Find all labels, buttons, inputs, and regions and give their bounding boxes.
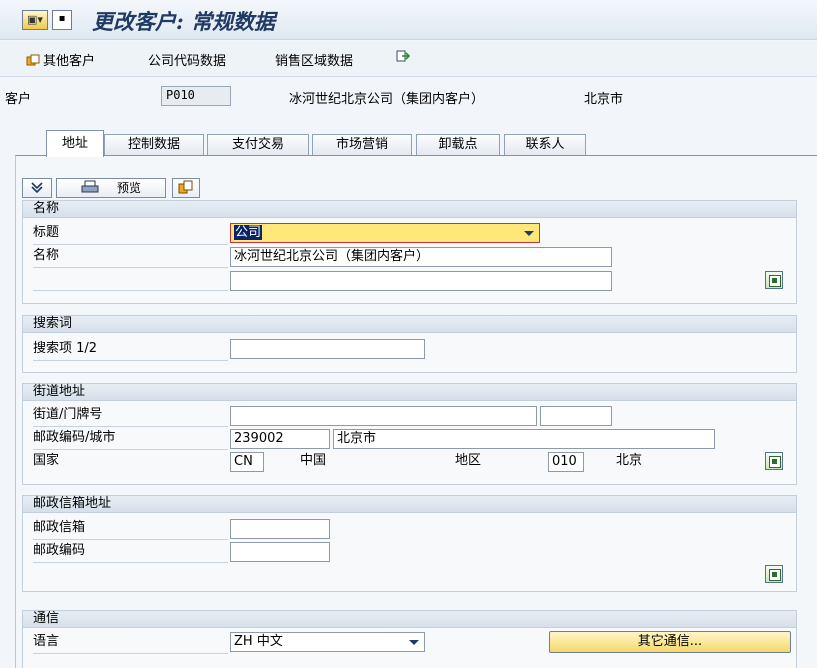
screen-title: 更改客户: 常规数据 [92,9,276,34]
other-communication-button[interactable]: 其它通信... [549,631,791,653]
divider [33,449,228,450]
name-group-title: 名称 [23,201,796,218]
postal-city-label: 邮政编码/城市 [33,430,116,445]
country-name-text: 中国 [300,453,327,468]
pobox-group-title: 邮政信箱地址 [23,496,796,513]
document-change-icon [178,180,193,194]
street-label: 街道/门牌号 [33,407,103,422]
pobox-field[interactable] [230,519,330,539]
tab-address[interactable]: 地址 [46,130,104,157]
pobox-postal-field[interactable] [230,542,330,562]
divider [33,539,228,540]
search-term-group: 搜索词 搜索项 1/2 [22,315,797,373]
other-customer-icon [26,54,40,66]
communication-group: 通信 语言 ZH 中文 其它通信... [22,610,797,668]
change-document-button[interactable] [172,178,200,198]
street-field[interactable] [230,406,537,426]
city-field[interactable]: 北京市 [333,429,715,449]
language-value: ZH 中文 [234,634,283,649]
region-code-field[interactable]: 010 [548,452,584,472]
search-group-title: 搜索词 [23,316,796,333]
tab-control-data[interactable]: 控制数据 [104,134,204,156]
layout-menu-icon[interactable]: ▪ [52,10,72,30]
comm-group-title: 通信 [23,611,796,628]
sales-area-data-button[interactable]: 销售区域数据 [275,50,353,69]
street-address-group: 街道地址 街道/门牌号 邮政编码/城市 国家 239002 北京市 CN 中国 … [22,383,797,485]
more-fields-icon[interactable] [765,271,783,289]
divider [33,290,228,291]
other-customer-label: 其他客户 [43,54,96,69]
export-arrow-icon [396,50,410,62]
title-label: 标题 [33,225,60,240]
other-customer-button[interactable]: 其他客户 [26,50,95,69]
customer-name-text: 冰河世纪北京公司（集团内客户） [289,92,485,107]
preview-label: 预览 [116,181,141,195]
tab-unloading-points[interactable]: 卸载点 [416,134,500,156]
search-term-field[interactable] [230,339,425,359]
customer-label: 客户 [5,92,32,107]
street-group-title: 街道地址 [23,384,796,401]
company-code-data-button[interactable]: 公司代码数据 [148,50,226,69]
printer-icon [81,180,99,193]
pobox-label: 邮政信箱 [33,520,86,535]
tab-contact-persons[interactable]: 联系人 [504,134,586,156]
tabstrip: 地址 控制数据 支付交易 市场营销 卸载点 联系人 [0,130,817,157]
title-dropdown[interactable]: 公司 [230,223,540,243]
application-toolbar: 其他客户 公司代码数据 销售区域数据 [0,41,817,77]
divider [33,267,228,268]
postal-code-field[interactable]: 239002 [230,429,330,449]
country-label: 国家 [33,453,60,468]
extras-button[interactable] [396,50,413,65]
chevron-down-icon [524,231,534,236]
name-group: 名称 标题 名称 公司 冰河世纪北京公司（集团内客户） [22,200,797,304]
title-bar: ▣▾ ▪ 更改客户: 常规数据 [0,0,817,40]
search-term-label: 搜索项 1/2 [33,341,98,356]
print-preview-button[interactable]: 预览 [56,178,166,198]
region-name-text: 北京 [616,453,643,468]
tab-marketing[interactable]: 市场营销 [312,134,412,156]
house-number-field[interactable] [540,406,612,426]
po-box-group: 邮政信箱地址 邮政信箱 邮政编码 [22,495,797,592]
name-field[interactable]: 冰河世纪北京公司（集团内客户） [230,247,612,267]
language-dropdown[interactable]: ZH 中文 [230,632,425,652]
pobox-postal-label: 邮政编码 [33,543,86,558]
tab-payment-transactions[interactable]: 支付交易 [207,134,309,156]
chevron-down-icon [409,640,419,645]
divider [33,244,228,245]
name2-field[interactable] [230,271,612,291]
expand-button[interactable] [22,178,52,198]
customer-id-field: P010 [161,86,231,106]
more-fields-icon[interactable] [765,565,783,583]
name-label: 名称 [33,248,60,263]
country-code-field[interactable]: CN [230,452,264,472]
title-dropdown-value: 公司 [234,225,263,240]
system-menu-icon[interactable]: ▣▾ [22,10,48,30]
region-label: 地区 [455,453,482,468]
more-fields-icon[interactable] [765,452,783,470]
divider [33,562,228,563]
expand-chevron-icon [31,182,43,194]
divider [33,653,228,654]
language-label: 语言 [33,634,60,649]
divider [33,426,228,427]
divider [33,360,228,361]
customer-city-text: 北京市 [584,92,624,107]
